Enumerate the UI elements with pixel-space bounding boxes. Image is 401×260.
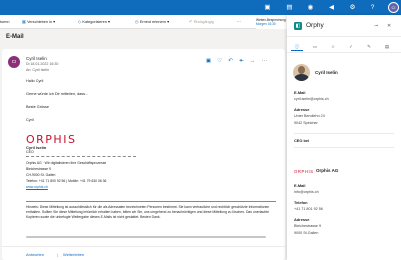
megaphone-icon[interactable]: ◀ (327, 3, 336, 12)
categorize-label: Kategorisieren (82, 20, 107, 24)
section-divider (294, 147, 394, 148)
reply-bar: Antworten | Weiterleiten (2, 246, 285, 260)
pin-icon[interactable]: ⊸ (374, 22, 378, 30)
tab-info-icon[interactable]: ⓘ (291, 43, 303, 51)
more-commands-button[interactable]: ··· (237, 17, 241, 27)
signoff: Cyril (26, 118, 34, 122)
signature-street: Bleichestrasse 9 (26, 167, 51, 171)
tag-icon: ◇ (78, 20, 81, 24)
top-bar: ▣ ▤ ◉ ◀ ⚙ ? CI (0, 0, 401, 15)
webex-reminder[interactable]: Webex-Besprechung Morgen 16:30 (256, 15, 290, 29)
contact-name[interactable]: Cyril Iselin (315, 70, 338, 75)
contact-address-line2: 9042 Speicher (294, 121, 318, 125)
tab-star-icon[interactable]: ☆ (327, 43, 339, 51)
pane-title: E-Mail (6, 34, 24, 40)
company-logo: ORPHIS (294, 169, 314, 174)
teams-icon[interactable]: ▤ (285, 3, 294, 12)
closing: Beste Grüsse (26, 105, 50, 109)
signature-company: Orphis AG · Wir digitalisieren Ihre Gesc… (26, 161, 107, 165)
company-email-label: E-Mail (294, 183, 306, 188)
more-icon[interactable]: ··· (261, 58, 268, 65)
company-address-line1: Bleichestrasse 9 (294, 224, 322, 228)
reply-separator: | (57, 252, 59, 257)
tab-tasks-icon[interactable]: ✓ (345, 43, 357, 51)
reply-icon[interactable]: ↶ (227, 58, 234, 65)
company-email[interactable]: info@orphis.ch (294, 190, 319, 194)
snooze-button[interactable]: ◷ Erneut erinnern ▾ (135, 17, 169, 27)
sender-avatar[interactable]: CI (8, 56, 20, 68)
reply-all-icon[interactable]: ↞ (238, 58, 245, 65)
ribbon-toolbar: tuenn ▦ Verschieben in ▾ ◇ Kategorisieren … (0, 15, 290, 29)
settings-icon[interactable]: ⚙ (348, 3, 357, 12)
reading-pane-header: E-Mail (0, 29, 290, 47)
recipient-line: An: Cyril Iselin (26, 68, 49, 72)
signature-city: CH-9000 St. Gallen (26, 173, 56, 177)
account-avatar[interactable]: CI (388, 2, 399, 13)
move-to-label: Verschieben in (27, 20, 53, 24)
undo-label: Rückgängig (193, 20, 214, 24)
tab-notes-icon[interactable]: ✎ (363, 43, 375, 51)
disclaimer-text: Hinweis: Diese Mitteilung ist ausschlies… (26, 205, 270, 219)
orphy-header: ◧ Orphy ⊸ ✕ (287, 15, 401, 37)
contact-photo (293, 64, 310, 81)
body-text: Gerne würde ich Dir mitteilen, dass... (26, 92, 89, 96)
categorize-button[interactable]: ◇ Kategorisieren ▾ (78, 17, 110, 27)
company-phone-label: Telefon (294, 200, 308, 205)
company-phone[interactable]: +41 71 801 92 56 (294, 207, 323, 211)
orphy-addin-icon[interactable]: ▣ (205, 58, 212, 65)
move-to-button[interactable]: ▦ Verschieben in ▾ (22, 17, 55, 27)
signature-website-link[interactable]: www.orphis.ch (26, 185, 48, 189)
contact-email-label: E-Mail (294, 90, 306, 95)
snooze-label: Erneut erinnern (139, 20, 167, 24)
orphy-title: Orphy (306, 22, 324, 29)
greeting: Hallo Cyril (26, 79, 44, 83)
help-icon[interactable]: ? (368, 3, 377, 12)
orphy-addin-pane: ◧ Orphy ⊸ ✕ ⓘ ▭ ☆ ✓ ✎ ▤ Cyril Iselin E-M… (287, 15, 401, 260)
ribbon-partial-label[interactable]: tuenn (0, 17, 10, 27)
webex-icon[interactable]: ◉ (306, 3, 315, 12)
tab-documents-icon[interactable]: ▤ (381, 43, 393, 51)
close-icon[interactable]: ✕ (387, 22, 391, 30)
orphy-logo-icon: ◧ (294, 22, 302, 30)
horizontal-scrollbar[interactable] (26, 236, 266, 238)
company-address-line2: 9000 St.Gallen (294, 231, 319, 235)
clock-icon: ◷ (135, 20, 139, 24)
signature-phones: Telefon: +41 71 800 92 56 | Mobile: +41 … (26, 179, 107, 183)
contact-address-label: Adresse (294, 107, 310, 112)
role-label: CEO bei (294, 138, 310, 143)
sender-name[interactable]: Cyril Iselin (26, 56, 47, 61)
folder-move-icon: ▦ (22, 20, 26, 24)
contact-address-line1: Unter Bendlehn 24 (294, 114, 325, 118)
forward-link[interactable]: Weiterleiten (63, 252, 84, 257)
orphy-tabs: ⓘ ▭ ☆ ✓ ✎ ▤ (287, 41, 401, 53)
forward-icon[interactable]: → (249, 58, 256, 65)
email-message: CI Cyril Iselin Di 18.01.2022 16:30 An: … (2, 49, 285, 260)
disclaimer-divider (26, 201, 276, 202)
webex-time: Morgen 16:30 (256, 22, 276, 26)
signature-divider (26, 156, 136, 157)
signature-role: CEO (26, 150, 34, 154)
undo-button[interactable]: ↶ Rückgängig (189, 17, 214, 27)
sent-date: Di 18.01.2022 16:30 (26, 62, 59, 66)
section-divider (294, 133, 394, 134)
chat-icon[interactable]: ▣ (263, 3, 272, 12)
reply-link[interactable]: Antworten (26, 252, 44, 257)
company-name[interactable]: Orphis AG (316, 168, 338, 173)
contact-email[interactable]: cyril.iselin@orphis.ch (294, 97, 329, 101)
like-icon[interactable]: ♡ (216, 58, 223, 65)
company-address-label: Adresse (294, 217, 310, 222)
tab-contacts-icon[interactable]: ▭ (309, 43, 321, 51)
undo-icon: ↶ (189, 20, 193, 24)
